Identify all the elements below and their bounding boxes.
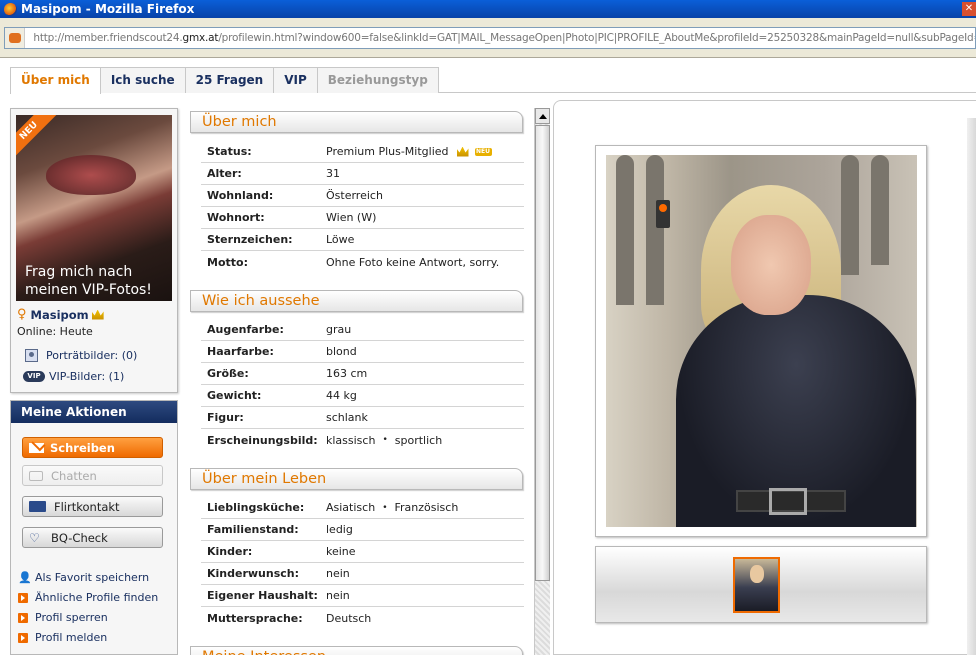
new-ribbon: NEU [16, 115, 60, 162]
tab-25-fragen[interactable]: 25 Fragen [184, 67, 275, 93]
section-life-rows: Lieblingsküche: Asiatisch • Französisch Fa… [201, 497, 524, 629]
section-looks-rows: Augenfarbe: grau Haarfarbe: blond Größe: 16… [201, 319, 524, 451]
window-titlebar: Masipom - Mozilla Firefox ✕ [0, 0, 976, 18]
table-row: Lieblingsküche: Asiatisch • Französisch [201, 497, 524, 519]
online-status: Online: Heute [17, 325, 93, 338]
firefox-icon [4, 2, 17, 16]
url-text: http://member.friendscout24.gmx.at/profi… [33, 32, 975, 44]
table-row: Eigener Haushalt: nein [201, 585, 524, 607]
portrait-icon [25, 349, 38, 362]
username[interactable]: Masipom [31, 308, 89, 322]
flirt-contact-button[interactable]: Flirtkontakt [22, 496, 163, 517]
section-about-rows: Status: Premium Plus-Mitglied NEU Alter: 3… [201, 141, 524, 273]
url-field[interactable]: http://member.friendscout24.gmx.at/profi… [4, 27, 976, 49]
vip-promo-banner[interactable]: NEU Frag mich nach meinen VIP-Fotos! [16, 115, 172, 301]
browser-toolbar: http://member.friendscout24.gmx.at/profi… [0, 18, 976, 58]
scroll-up-icon[interactable] [535, 108, 550, 124]
new-badge: NEU [474, 147, 492, 156]
tab-ich-suche[interactable]: Ich suche [99, 67, 186, 93]
vip-icon: VIP [23, 371, 45, 382]
main-photo-frame [595, 145, 927, 537]
portrait-pictures-link[interactable]: Porträtbilder: (0) [25, 349, 137, 362]
table-row: Alter: 31 [201, 163, 524, 185]
section-life-header: Über mein Leben [190, 468, 523, 490]
table-row: Gewicht: 44 kg [201, 385, 524, 407]
table-row: Kinder: keine [201, 541, 524, 563]
section-looks-header: Wie ich aussehe [190, 290, 523, 312]
table-row: Kinderwunsch: nein [201, 563, 524, 585]
table-row: Wohnland: Österreich [201, 185, 524, 207]
chat-icon [29, 470, 43, 481]
vertical-scrollbar[interactable] [534, 108, 550, 655]
thumbnail-strip [595, 546, 927, 623]
section-about-header: Über mich [190, 111, 523, 133]
profile-card: NEU Frag mich nach meinen VIP-Fotos! ♀ M… [10, 108, 178, 393]
profile-tabs: Über mich Ich suche 25 Fragen VIP Bezieh… [10, 67, 976, 94]
arrow-right-icon [18, 612, 28, 623]
chat-button: Chatten [22, 465, 163, 486]
main-photo[interactable] [606, 155, 917, 527]
table-row: Wohnort: Wien (W) [201, 207, 524, 229]
photo-thumbnail[interactable] [733, 557, 780, 613]
table-row: Haarfarbe: blond [201, 341, 524, 363]
actions-panel: Meine Aktionen Schreiben Chatten Flirtko… [10, 400, 178, 655]
username-line: ♀ Masipom [17, 307, 104, 322]
crown-icon [456, 146, 469, 157]
similar-profiles-link[interactable]: Ähnliche Profile finden [18, 591, 158, 604]
arrow-right-icon [18, 632, 28, 643]
viewer-scroll-edge [967, 118, 976, 655]
table-row: Motto: Ohne Foto keine Antwort, sorry. [207, 255, 500, 269]
table-row: Erscheinungsbild: klassisch • sportlich [207, 433, 443, 447]
arrow-right-icon [18, 592, 28, 603]
close-icon[interactable]: ✕ [962, 2, 976, 16]
tab-ueber-mich[interactable]: Über mich [10, 67, 101, 94]
promo-image [46, 155, 136, 195]
traffic-light [656, 200, 670, 228]
window-title: Masipom - Mozilla Firefox [21, 2, 195, 16]
bq-check-button[interactable]: ♡ BQ-Check [22, 527, 163, 548]
write-button[interactable]: Schreiben [22, 437, 163, 458]
report-profile-link[interactable]: Profil melden [18, 631, 107, 644]
save-favorite-link[interactable]: 👤 Als Favorit speichern [18, 571, 149, 584]
mail-icon [29, 442, 44, 453]
table-row: Muttersprache: Deutsch [207, 611, 372, 625]
scroll-thumb[interactable] [535, 125, 550, 581]
vip-pictures-link[interactable]: VIP VIP-Bilder: (1) [23, 370, 124, 383]
crown-icon [91, 309, 104, 320]
actions-title: Meine Aktionen [11, 401, 177, 423]
hearts-icon: ♡ [29, 530, 40, 545]
add-user-icon: 👤 [18, 571, 32, 584]
female-icon: ♀ [17, 307, 27, 322]
table-row: Familienstand: ledig [201, 519, 524, 541]
section-interests-header: Meine Interessen [190, 646, 523, 655]
promo-text: Frag mich nach meinen VIP-Fotos! [25, 264, 152, 298]
tab-vip[interactable]: VIP [273, 67, 318, 93]
table-row: Augenfarbe: grau [201, 319, 524, 341]
flirt-icon [29, 501, 46, 512]
tab-beziehungstyp: Beziehungstyp [316, 67, 439, 93]
block-profile-link[interactable]: Profil sperren [18, 611, 108, 624]
table-row: Figur: schlank [201, 407, 524, 429]
table-row: Sternzeichen: Löwe [201, 229, 524, 251]
table-row: Status: Premium Plus-Mitglied NEU [201, 141, 524, 163]
site-favicon-icon [5, 28, 26, 48]
table-row: Größe: 163 cm [201, 363, 524, 385]
